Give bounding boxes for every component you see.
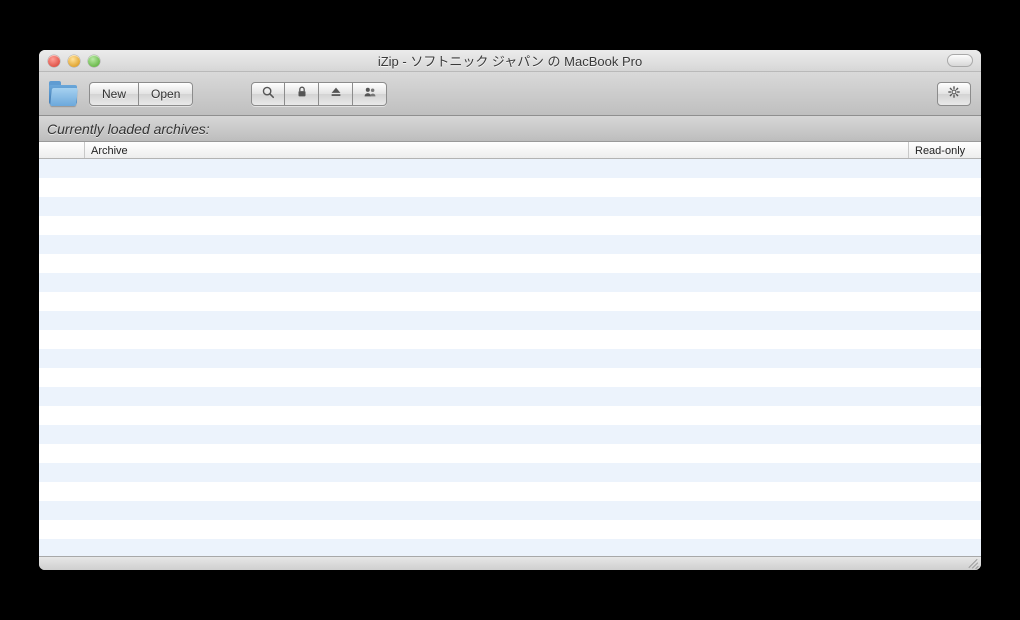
- users-button[interactable]: [353, 82, 387, 106]
- table-row[interactable]: [39, 463, 981, 482]
- table-body[interactable]: [39, 159, 981, 556]
- toolbar: New Open: [39, 72, 981, 116]
- statusbar: [39, 556, 981, 570]
- table-row[interactable]: [39, 330, 981, 349]
- action-segment: [251, 82, 387, 106]
- search-icon: [261, 85, 275, 102]
- new-button[interactable]: New: [89, 82, 139, 106]
- window-title: iZip - ソフトニック ジャパン の MacBook Pro: [39, 51, 981, 70]
- table-row[interactable]: [39, 311, 981, 330]
- table-row[interactable]: [39, 292, 981, 311]
- app-window: iZip - ソフトニック ジャパン の MacBook Pro New Ope…: [39, 50, 981, 570]
- table-row[interactable]: [39, 235, 981, 254]
- table-row[interactable]: [39, 159, 981, 178]
- table-row[interactable]: [39, 520, 981, 539]
- table-row[interactable]: [39, 444, 981, 463]
- open-button[interactable]: Open: [139, 82, 193, 106]
- table-row[interactable]: [39, 178, 981, 197]
- lock-button[interactable]: [285, 82, 319, 106]
- table-row[interactable]: [39, 425, 981, 444]
- minimize-button[interactable]: [68, 55, 80, 67]
- table-row[interactable]: [39, 197, 981, 216]
- search-button[interactable]: [251, 82, 285, 106]
- table-row[interactable]: [39, 539, 981, 556]
- eject-button[interactable]: [319, 82, 353, 106]
- settings-button[interactable]: [937, 82, 971, 106]
- folder-icon[interactable]: [49, 81, 79, 107]
- table-row[interactable]: [39, 387, 981, 406]
- section-heading: Currently loaded archives:: [39, 116, 981, 142]
- table-header: Archive Read-only: [39, 142, 981, 159]
- table-row[interactable]: [39, 273, 981, 292]
- traffic-lights: [39, 55, 100, 67]
- gear-icon: [947, 85, 961, 102]
- eject-icon: [329, 85, 343, 102]
- titlebar: iZip - ソフトニック ジャパン の MacBook Pro: [39, 50, 981, 72]
- table-row[interactable]: [39, 216, 981, 235]
- column-readonly[interactable]: Read-only: [909, 142, 981, 158]
- lock-icon: [295, 85, 309, 102]
- file-segment: New Open: [89, 82, 193, 106]
- table-row[interactable]: [39, 406, 981, 425]
- toolbar-toggle-capsule[interactable]: [947, 54, 973, 67]
- users-icon: [363, 85, 377, 102]
- table-row[interactable]: [39, 482, 981, 501]
- table-row[interactable]: [39, 254, 981, 273]
- zoom-button[interactable]: [88, 55, 100, 67]
- table-row[interactable]: [39, 501, 981, 520]
- resize-grip[interactable]: [967, 557, 979, 569]
- table-row[interactable]: [39, 349, 981, 368]
- close-button[interactable]: [48, 55, 60, 67]
- column-archive[interactable]: Archive: [85, 142, 909, 158]
- column-handle[interactable]: [39, 142, 85, 158]
- table-row[interactable]: [39, 368, 981, 387]
